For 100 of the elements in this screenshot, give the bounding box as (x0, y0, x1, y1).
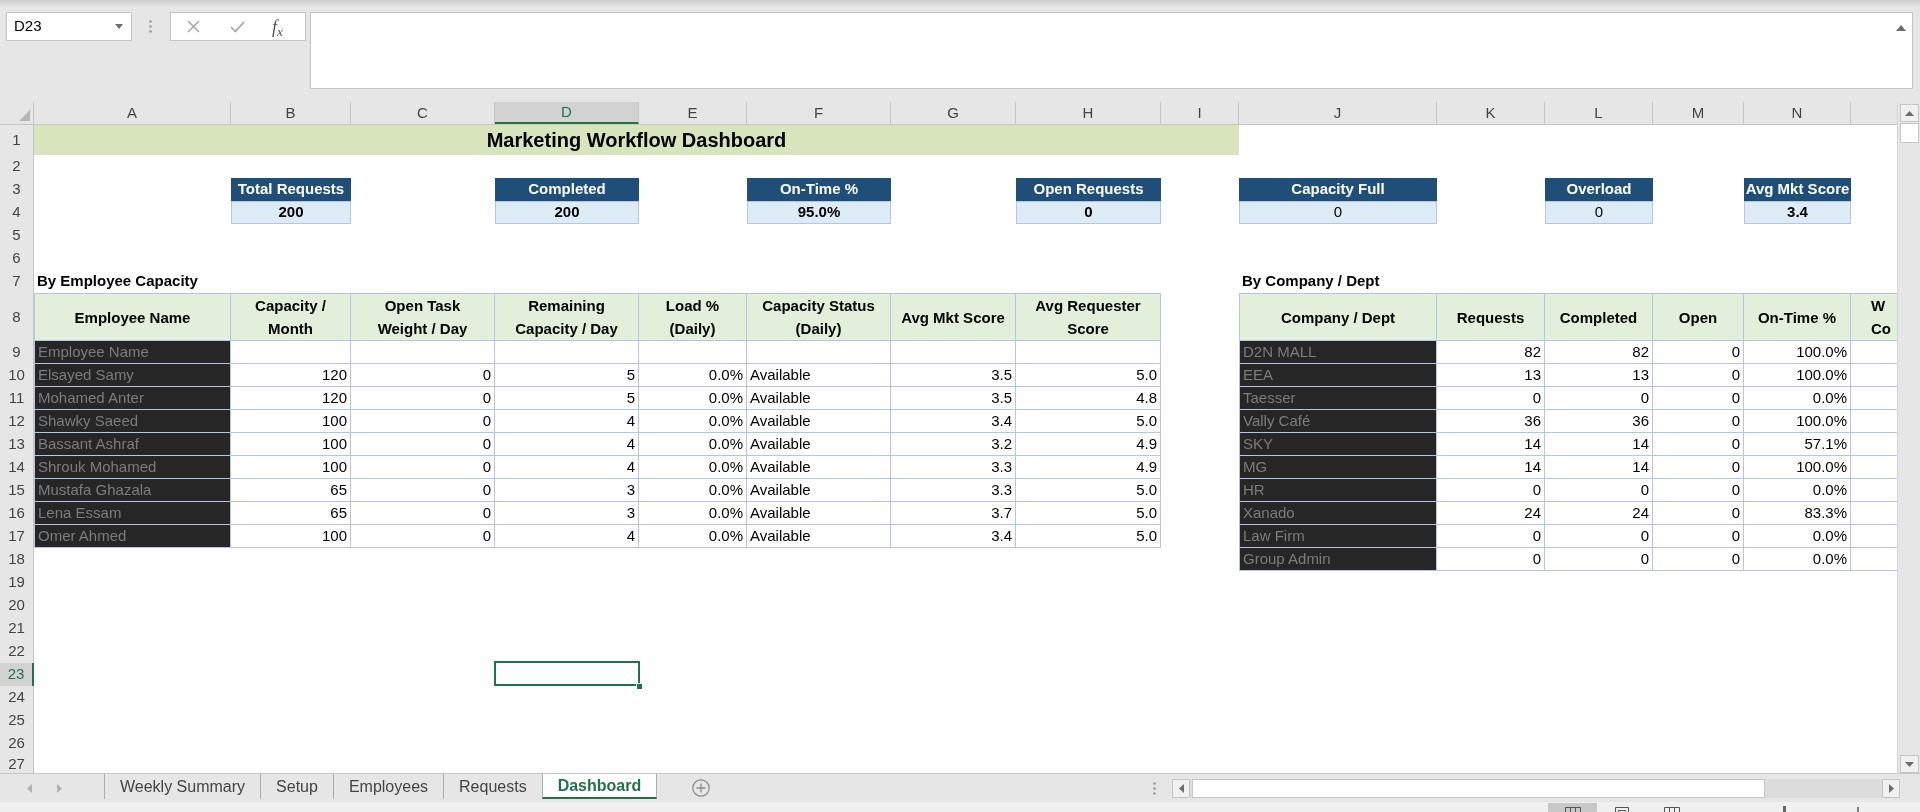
table-cell: 3 (495, 502, 639, 525)
grid-icon[interactable] (1664, 807, 1680, 812)
scroll-right-button[interactable] (1882, 778, 1901, 798)
insert-function-button[interactable]: f$_{x}$ (272, 17, 283, 36)
row-header[interactable]: 2 (0, 155, 34, 178)
column-header[interactable]: G (891, 102, 1016, 124)
horizontal-scrollbar[interactable] (1172, 778, 1901, 798)
row-header[interactable]: 7 (0, 270, 34, 293)
row-header[interactable]: 4 (0, 201, 34, 224)
row-header[interactable]: 26 (0, 732, 34, 755)
column-header[interactable]: H (1016, 102, 1161, 124)
kpi-label: Overload (1545, 178, 1653, 201)
table-cell: Mustafa Ghazala (34, 479, 231, 502)
row-header[interactable]: 8 (0, 293, 34, 341)
table-cell: 3.4 (891, 410, 1016, 433)
kpi-value: 3.4 (1744, 201, 1851, 224)
caret-down-icon (1904, 761, 1914, 767)
row-header[interactable]: 20 (0, 594, 34, 617)
row-header[interactable]: 1 (0, 125, 34, 155)
column-header[interactable]: B (231, 102, 351, 124)
row-header[interactable]: 18 (0, 548, 34, 571)
row-header[interactable]: 6 (0, 247, 34, 270)
table-cell: Mohamed Anter (34, 387, 231, 410)
table-header: Load % (Daily) (639, 293, 747, 341)
table-cell: Group Admin (1239, 548, 1437, 571)
normal-view-button[interactable] (1548, 803, 1597, 812)
row-header[interactable]: 13 (0, 433, 34, 456)
row-header[interactable]: 5 (0, 224, 34, 247)
row-header[interactable]: 11 (0, 387, 34, 410)
zoom-slider-thumb[interactable] (1783, 806, 1786, 812)
fill-handle[interactable] (636, 683, 643, 690)
column-header[interactable]: F (747, 102, 891, 124)
kpi-label: Completed (495, 178, 639, 201)
column-header[interactable]: D (495, 102, 639, 124)
row-header[interactable]: 9 (0, 341, 34, 364)
table-cell: 0 (1653, 502, 1744, 525)
selected-cell[interactable] (494, 661, 640, 686)
scroll-thumb[interactable] (1192, 778, 1766, 798)
table-cell: 3.7 (891, 502, 1016, 525)
table-cell: Vally Café (1239, 410, 1437, 433)
table-cell: 0 (1437, 479, 1545, 502)
column-header[interactable]: N (1744, 102, 1851, 124)
caret-up-icon[interactable] (1896, 25, 1906, 31)
table-cell: 100.0% (1744, 364, 1851, 387)
scroll-left-button[interactable] (1172, 778, 1191, 798)
row-header[interactable]: 24 (0, 686, 34, 709)
triangle-icon[interactable] (19, 110, 30, 121)
vertical-dots-icon[interactable] (1153, 781, 1157, 795)
table-header: On-Time % (1744, 293, 1851, 341)
name-box[interactable]: D23 (6, 12, 132, 41)
table-cell: 3.2 (891, 433, 1016, 456)
table-cell: 0.0% (639, 479, 747, 502)
sheet-tab[interactable]: Setup (260, 774, 333, 799)
column-header[interactable]: E (639, 102, 747, 124)
sheet-tab[interactable]: Dashboard (541, 774, 658, 799)
row-header[interactable]: 22 (0, 640, 34, 663)
row-header[interactable]: 17 (0, 525, 34, 548)
row-header[interactable]: 23 (0, 663, 34, 686)
vertical-dots-icon[interactable] (149, 20, 152, 33)
row-header[interactable]: 27 (0, 755, 34, 773)
table-cell: 5.0 (1016, 502, 1161, 525)
column-header[interactable]: K (1437, 102, 1545, 124)
check-icon[interactable] (230, 20, 245, 33)
row-header[interactable]: 16 (0, 502, 34, 525)
kpi-label: Avg Mkt Score (1744, 178, 1851, 201)
table-cell: 14 (1545, 433, 1653, 456)
table-cell: 0 (351, 479, 495, 502)
plus-circle-icon[interactable] (692, 779, 711, 797)
sheet-tab[interactable]: Employees (332, 774, 444, 799)
row-header[interactable]: 14 (0, 456, 34, 479)
table-cell: 4.9 (1016, 456, 1161, 479)
section-title: By Company / Dept (1241, 271, 1381, 292)
scroll-up-button[interactable] (1899, 104, 1919, 122)
row-header[interactable]: 3 (0, 178, 34, 201)
vertical-scrollbar[interactable] (1897, 102, 1920, 773)
caret-right-icon[interactable] (57, 783, 62, 793)
table-cell: D2N MALL (1239, 341, 1437, 364)
column-header[interactable]: M (1653, 102, 1744, 124)
x-icon[interactable] (187, 20, 200, 33)
column-header[interactable]: A (34, 102, 231, 124)
sheet-tab[interactable]: Requests (443, 774, 542, 799)
row-header[interactable]: 12 (0, 410, 34, 433)
page-icon[interactable] (1615, 807, 1629, 812)
table-header: Capacity Status (Daily) (747, 293, 891, 341)
table-cell: 0 (1653, 525, 1744, 548)
scroll-down-button[interactable] (1899, 755, 1919, 773)
row-header[interactable]: 21 (0, 617, 34, 640)
column-header[interactable]: I (1161, 102, 1239, 124)
column-header[interactable]: L (1545, 102, 1653, 124)
column-header[interactable]: J (1239, 102, 1437, 124)
row-header[interactable]: 10 (0, 364, 34, 387)
row-header[interactable]: 25 (0, 709, 34, 732)
row-header[interactable]: 15 (0, 479, 34, 502)
scroll-thumb[interactable] (1899, 123, 1919, 143)
sheet-tab[interactable]: Weekly Summary (104, 774, 261, 799)
kpi-label: Capacity Full (1239, 178, 1437, 201)
formula-input[interactable] (310, 12, 1913, 89)
row-header[interactable]: 19 (0, 571, 34, 594)
caret-left-icon[interactable] (27, 783, 32, 793)
table-cell: 24 (1437, 502, 1545, 525)
